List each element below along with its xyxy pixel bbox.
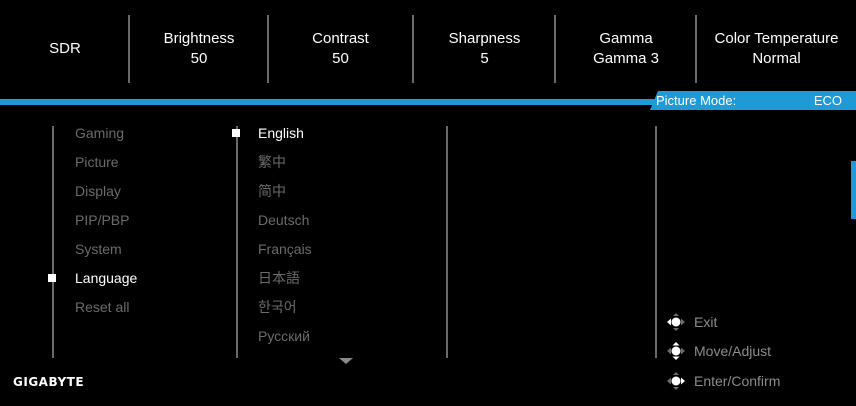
selection-bullet	[232, 129, 240, 137]
osd-status-bar: SDR Brightness 50 Contrast 50 Sharpness …	[0, 0, 856, 98]
joystick-left-icon	[667, 313, 685, 331]
sharpness-status: Sharpness 5	[414, 0, 555, 98]
help-exit: Exit	[664, 312, 717, 332]
contrast-status: Contrast 50	[269, 0, 412, 98]
menu-column-line	[446, 126, 448, 358]
main-menu-item-reset-all[interactable]: Reset all	[75, 298, 129, 316]
main-menu-item-pip-pbp[interactable]: PIP/PBP	[75, 211, 129, 229]
main-menu-item-display[interactable]: Display	[75, 182, 121, 200]
brightness-label: Brightness	[163, 30, 235, 47]
contrast-value: 50	[332, 50, 349, 67]
help-move-label: Move/Adjust	[694, 343, 772, 359]
help-enter-confirm: Enter/Confirm	[664, 371, 780, 391]
joystick-up-down-icon	[667, 342, 685, 360]
picture-mode-value: ECO	[813, 93, 842, 108]
help-move-adjust: Move/Adjust	[664, 341, 771, 361]
gigabyte-logo: GIGABYTE	[13, 375, 85, 389]
color-temperature-status: Color Temperature Normal	[697, 0, 856, 98]
picture-mode-label: Picture Mode:	[656, 93, 737, 108]
main-menu-item-system[interactable]: System	[75, 240, 122, 258]
brightness-status: Brightness 50	[130, 0, 268, 98]
language-option-japanese[interactable]: 日本語	[258, 269, 300, 287]
gamma-status: Gamma Gamma 3	[556, 0, 696, 98]
picture-mode-tab: Picture Mode: ECO	[650, 91, 856, 110]
sharpness-label: Sharpness	[448, 30, 521, 47]
scroll-indicator	[851, 161, 856, 219]
main-menu-item-picture[interactable]: Picture	[75, 153, 119, 171]
language-option-korean[interactable]: 한국어	[258, 298, 297, 316]
menu-column-line	[52, 126, 54, 358]
color-temperature-value: Normal	[752, 50, 801, 67]
language-option-english[interactable]: English	[258, 124, 304, 142]
joystick-right-icon	[667, 372, 685, 390]
language-option-traditional-chinese[interactable]: 繁中	[258, 153, 286, 171]
color-temperature-label: Color Temperature	[714, 30, 839, 47]
language-option-simplified-chinese[interactable]: 简中	[258, 182, 286, 200]
hdr-status-label: SDR	[49, 40, 81, 57]
main-menu-item-gaming[interactable]: Gaming	[75, 124, 124, 142]
contrast-label: Contrast	[312, 30, 369, 47]
sharpness-value: 5	[480, 50, 489, 67]
language-option-russian[interactable]: Русский	[258, 327, 310, 345]
language-option-french[interactable]: Français	[258, 240, 312, 258]
language-option-german[interactable]: Deutsch	[258, 211, 309, 229]
menu-column-line	[236, 126, 238, 358]
gamma-label: Gamma	[599, 30, 653, 47]
brightness-value: 50	[190, 50, 208, 67]
selection-bullet	[48, 274, 56, 282]
scroll-down-arrow-icon[interactable]	[339, 358, 353, 364]
hdr-status: SDR	[0, 0, 130, 98]
help-exit-label: Exit	[694, 314, 718, 330]
main-menu-item-language[interactable]: Language	[75, 269, 137, 287]
help-enter-label: Enter/Confirm	[694, 373, 781, 389]
menu-column-line	[655, 126, 657, 358]
gamma-value: Gamma 3	[593, 50, 659, 67]
